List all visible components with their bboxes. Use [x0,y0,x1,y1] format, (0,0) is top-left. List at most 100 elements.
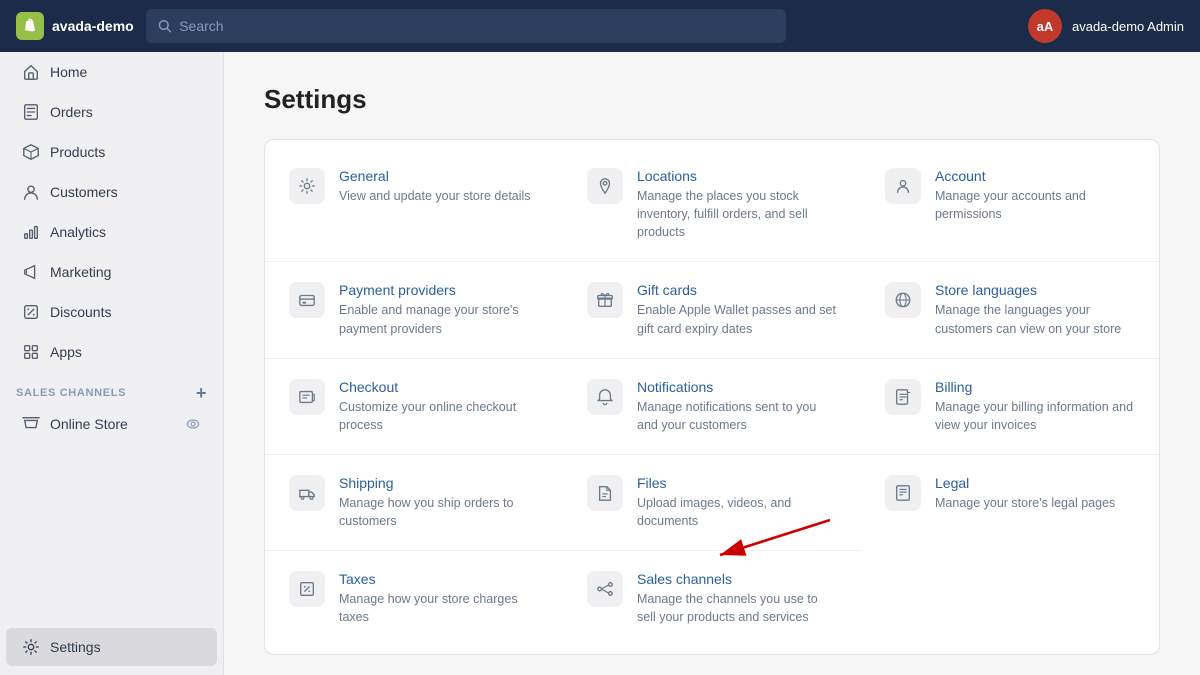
shopify-logo-icon [16,12,44,40]
search-icon [158,19,172,33]
sidebar-label-orders: Orders [50,104,93,120]
gift-icon [587,282,623,318]
settings-item-desc-billing: Manage your billing information and view… [935,398,1135,434]
settings-item-taxes[interactable]: Taxes Manage how your store charges taxe… [265,551,563,646]
sidebar-label-apps: Apps [50,344,82,360]
settings-item-title-sales-channels: Sales channels [637,571,837,587]
settings-item-desc-account: Manage your accounts and permissions [935,187,1135,223]
settings-nav-icon [22,638,40,656]
sidebar-item-home[interactable]: Home [6,53,217,91]
settings-item-payment-providers[interactable]: Payment providers Enable and manage your… [265,262,563,358]
files-icon [587,475,623,511]
sidebar: Home Orders Products Customers Analytics… [0,52,224,675]
products-icon [22,143,40,161]
settings-item-sales-channels[interactable]: Sales channels Manage the channels you u… [563,551,861,646]
sidebar-item-orders[interactable]: Orders [6,93,217,131]
settings-item-checkout[interactable]: Checkout Customize your online checkout … [265,359,563,455]
sidebar-item-products[interactable]: Products [6,133,217,171]
sidebar-item-customers[interactable]: Customers [6,173,217,211]
shipping-icon [289,475,325,511]
search-bar[interactable] [146,9,786,43]
sidebar-label-online-store: Online Store [50,416,128,432]
settings-item-title-checkout: Checkout [339,379,539,395]
settings-item-store-languages[interactable]: Store languages Manage the languages you… [861,262,1159,358]
add-sales-channel-icon[interactable]: + [196,384,207,402]
customers-icon [22,183,40,201]
settings-item-desc-payment-providers: Enable and manage your store's payment p… [339,301,539,337]
sales-channels-section-label: SALES CHANNELS + [0,372,223,406]
settings-item-legal[interactable]: Legal Manage your store's legal pages [861,455,1159,551]
gear-icon [289,168,325,204]
settings-item-desc-checkout: Customize your online checkout process [339,398,539,434]
avatar[interactable]: aA [1028,9,1062,43]
sidebar-label-products: Products [50,144,105,160]
settings-item-title-store-languages: Store languages [935,282,1135,298]
settings-item-account[interactable]: Account Manage your accounts and permiss… [861,148,1159,262]
settings-item-desc-locations: Manage the places you stock inventory, f… [637,187,837,241]
sales-channels-icon [587,571,623,607]
sidebar-item-apps[interactable]: Apps [6,333,217,371]
settings-item-general[interactable]: General View and update your store detai… [265,148,563,262]
checkout-icon [289,379,325,415]
sidebar-item-settings[interactable]: Settings [6,628,217,666]
top-navigation: avada-demo aA avada-demo Admin [0,0,1200,52]
settings-item-title-payment-providers: Payment providers [339,282,539,298]
billing-icon [885,379,921,415]
settings-grid: General View and update your store detai… [265,148,1159,646]
settings-item-title-legal: Legal [935,475,1115,491]
settings-item-desc-gift-cards: Enable Apple Wallet passes and set gift … [637,301,837,337]
settings-item-desc-notifications: Manage notifications sent to you and you… [637,398,837,434]
orders-icon [22,103,40,121]
admin-name: avada-demo Admin [1072,19,1184,34]
settings-item-desc-shipping: Manage how you ship orders to customers [339,494,539,530]
notifications-icon [587,379,623,415]
taxes-icon [289,571,325,607]
settings-item-title-files: Files [637,475,837,491]
payment-icon [289,282,325,318]
settings-item-desc-legal: Manage your store's legal pages [935,494,1115,512]
topnav-right: aA avada-demo Admin [1028,9,1184,43]
settings-item-desc-store-languages: Manage the languages your customers can … [935,301,1135,337]
settings-item-desc-general: View and update your store details [339,187,531,205]
settings-item-title-taxes: Taxes [339,571,539,587]
sidebar-item-online-store[interactable]: Online Store [6,407,217,441]
store-logo[interactable]: avada-demo [16,12,134,40]
settings-item-locations[interactable]: Locations Manage the places you stock in… [563,148,861,262]
discounts-icon [22,303,40,321]
analytics-icon [22,223,40,241]
location-icon [587,168,623,204]
eye-icon[interactable] [185,416,201,432]
settings-item-title-account: Account [935,168,1135,184]
online-store-icon [22,415,40,433]
settings-item-desc-files: Upload images, videos, and documents [637,494,837,530]
settings-item-notifications[interactable]: Notifications Manage notifications sent … [563,359,861,455]
sidebar-label-settings: Settings [50,639,101,655]
sidebar-item-discounts[interactable]: Discounts [6,293,217,331]
sidebar-item-marketing[interactable]: Marketing [6,253,217,291]
settings-item-gift-cards[interactable]: Gift cards Enable Apple Wallet passes an… [563,262,861,358]
sidebar-label-home: Home [50,64,87,80]
settings-grid-container: General View and update your store detai… [264,139,1160,655]
marketing-icon [22,263,40,281]
settings-item-title-notifications: Notifications [637,379,837,395]
settings-item-title-gift-cards: Gift cards [637,282,837,298]
settings-item-billing[interactable]: Billing Manage your billing information … [861,359,1159,455]
settings-item-title-shipping: Shipping [339,475,539,491]
settings-item-title-billing: Billing [935,379,1135,395]
legal-icon [885,475,921,511]
search-input[interactable] [179,18,773,34]
languages-icon [885,282,921,318]
settings-item-desc-taxes: Manage how your store charges taxes [339,590,539,626]
sidebar-item-analytics[interactable]: Analytics [6,213,217,251]
sidebar-label-discounts: Discounts [50,304,111,320]
settings-item-shipping[interactable]: Shipping Manage how you ship orders to c… [265,455,563,551]
home-icon [22,63,40,81]
apps-icon [22,343,40,361]
store-name: avada-demo [52,18,134,34]
settings-item-title-general: General [339,168,531,184]
account-icon [885,168,921,204]
settings-item-files[interactable]: Files Upload images, videos, and documen… [563,455,861,551]
page-title: Settings [264,84,1160,115]
sidebar-label-marketing: Marketing [50,264,111,280]
settings-item-title-locations: Locations [637,168,837,184]
